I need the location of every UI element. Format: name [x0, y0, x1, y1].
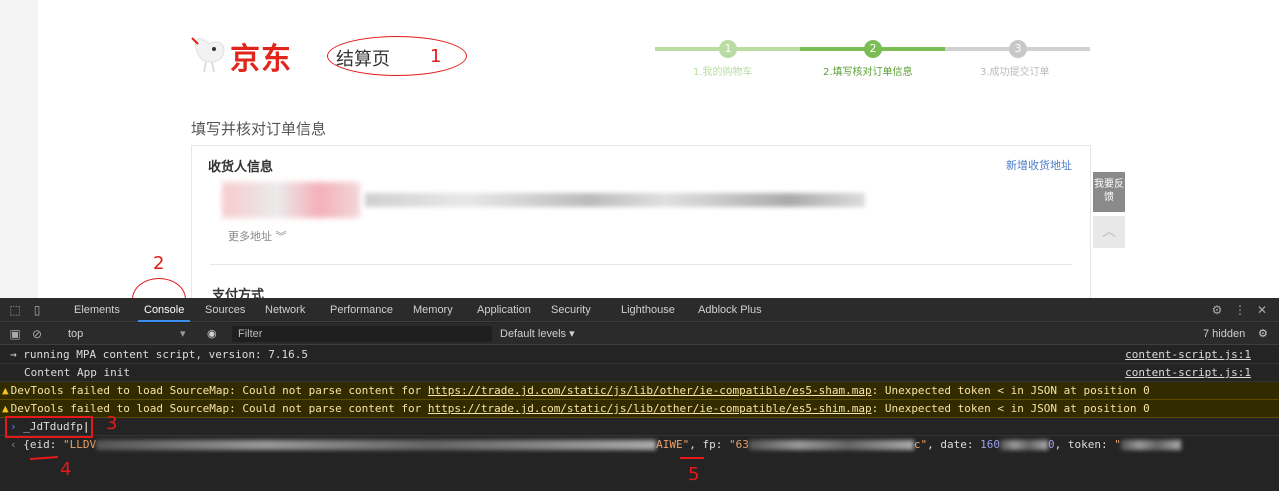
checkout-steps: 1 2 3 1.我的购物车 2.填写核对订单信息 3.成功提交订单	[655, 35, 1095, 85]
blurred-token	[1120, 440, 1181, 450]
sourcemap-link[interactable]: https://trade.jd.com/static/js/lib/other…	[428, 384, 872, 397]
step-dot-3: 3	[1009, 40, 1027, 58]
jd-logo[interactable]: 京东	[190, 30, 325, 80]
section-title: 填写并核对订单信息	[191, 120, 327, 138]
jd-dog-icon	[191, 37, 225, 73]
console-toolbar: ▣ ⊘ top ▾ ◉ Filter Default levels ▾ 7 hi…	[0, 323, 1279, 345]
sourcemap-link[interactable]: https://trade.jd.com/static/js/lib/other…	[428, 402, 872, 415]
tab-adblock-plus[interactable]: Adblock Plus	[698, 298, 762, 322]
hidden-count: 7 hidden	[1203, 328, 1246, 340]
tab-elements[interactable]: Elements	[74, 298, 120, 322]
back-to-top-button[interactable]: ︿	[1093, 216, 1125, 248]
annotation-ellipse-2	[132, 278, 186, 298]
inspect-element-icon[interactable]: ⬚	[8, 303, 22, 317]
feedback-button[interactable]: 我要反馈	[1093, 172, 1125, 212]
more-options-icon[interactable]: ⋮	[1233, 303, 1247, 317]
section-divider	[210, 264, 1072, 265]
devtools-tabbar: ⬚ ▯ Elements Console Sources Network Per…	[0, 298, 1279, 322]
tab-lighthouse[interactable]: Lighthouse	[621, 298, 675, 322]
devtools-panel: ⬚ ▯ Elements Console Sources Network Per…	[0, 298, 1279, 491]
annotation-number-5: 5	[688, 464, 700, 485]
logo-text: 京东	[230, 42, 292, 77]
left-gutter	[0, 0, 38, 298]
step-dot-2: 2	[864, 40, 882, 58]
eye-icon[interactable]: ◉	[207, 323, 217, 345]
tab-network[interactable]: Network	[265, 298, 305, 322]
tab-memory[interactable]: Memory	[413, 298, 453, 322]
annotation-number-4: 4	[60, 459, 72, 480]
device-toolbar-icon[interactable]: ▯	[30, 303, 44, 317]
payment-title: 支付方式	[212, 288, 265, 298]
console-result-line[interactable]: ‹ {eid: "LLDV AIWE", fp: "63 c", date: 160…	[0, 436, 1279, 454]
blurred-fp	[748, 440, 914, 450]
result-arrow-icon: ‹	[10, 438, 17, 451]
filter-input[interactable]: Filter	[232, 326, 492, 342]
order-info-box	[191, 145, 1091, 298]
context-selector[interactable]: top	[68, 323, 83, 345]
console-input-line[interactable]: › _JdTdudfp|	[0, 418, 1279, 436]
annotation-number-1: 1	[430, 46, 442, 67]
warning-icon: ▲	[2, 384, 9, 397]
warning-line: ▲ DevTools failed to load SourceMap: Coul…	[0, 400, 1279, 418]
tab-performance[interactable]: Performance	[330, 298, 393, 322]
default-levels-dropdown[interactable]: Default levels ▾	[500, 323, 575, 345]
console-output: → running MPA content script, version: 7…	[0, 346, 1279, 454]
log-line: → running MPA content script, version: 7…	[0, 346, 1279, 364]
consignee-title: 收货人信息	[208, 160, 274, 175]
step-label-1: 1.我的购物车	[693, 67, 753, 78]
add-address-link[interactable]: 新增收货地址	[1006, 157, 1072, 173]
annotation-box-3	[5, 416, 93, 438]
console-settings-icon[interactable]: ⚙	[1258, 323, 1268, 345]
warning-icon: ▲	[2, 402, 9, 415]
settings-gear-icon[interactable]: ⚙	[1210, 303, 1224, 317]
tab-application[interactable]: Application	[477, 298, 531, 322]
checkout-page: 京东 结算页 1 1 2 3 1.我的购物车 2.填写核对订单信息 3.成功提交…	[0, 0, 1279, 298]
annotation-ellipse-1	[327, 36, 467, 76]
more-address-link[interactable]: 更多地址 ︾	[228, 228, 287, 244]
clear-console-icon[interactable]: ⊘	[30, 327, 44, 341]
log-source-link[interactable]: content-script.js:1	[1125, 364, 1251, 382]
annotation-number-2: 2	[153, 253, 165, 274]
log-line: Content App init content-script.js:1	[0, 364, 1279, 382]
tab-sources[interactable]: Sources	[205, 298, 245, 322]
step-label-2: 2.填写核对订单信息	[823, 67, 913, 78]
annotation-underline-5	[680, 457, 704, 459]
blurred-date	[999, 440, 1048, 450]
show-sidebar-icon[interactable]: ▣	[8, 327, 22, 341]
close-icon[interactable]: ✕	[1255, 303, 1269, 317]
blurred-consignee-name[interactable]	[222, 182, 360, 218]
log-source-link[interactable]: content-script.js:1	[1125, 346, 1251, 364]
annotation-number-3: 3	[106, 413, 118, 434]
step-label-3: 3.成功提交订单	[980, 67, 1050, 78]
active-tab-underline	[138, 320, 190, 322]
blurred-eid	[96, 440, 657, 450]
step-dot-1: 1	[719, 40, 737, 58]
chevron-down-icon[interactable]: ▾	[180, 323, 186, 345]
tab-security[interactable]: Security	[551, 298, 591, 322]
tab-console[interactable]: Console	[144, 298, 184, 322]
blurred-address-detail	[365, 193, 865, 207]
warning-line: ▲ DevTools failed to load SourceMap: Coul…	[0, 382, 1279, 400]
